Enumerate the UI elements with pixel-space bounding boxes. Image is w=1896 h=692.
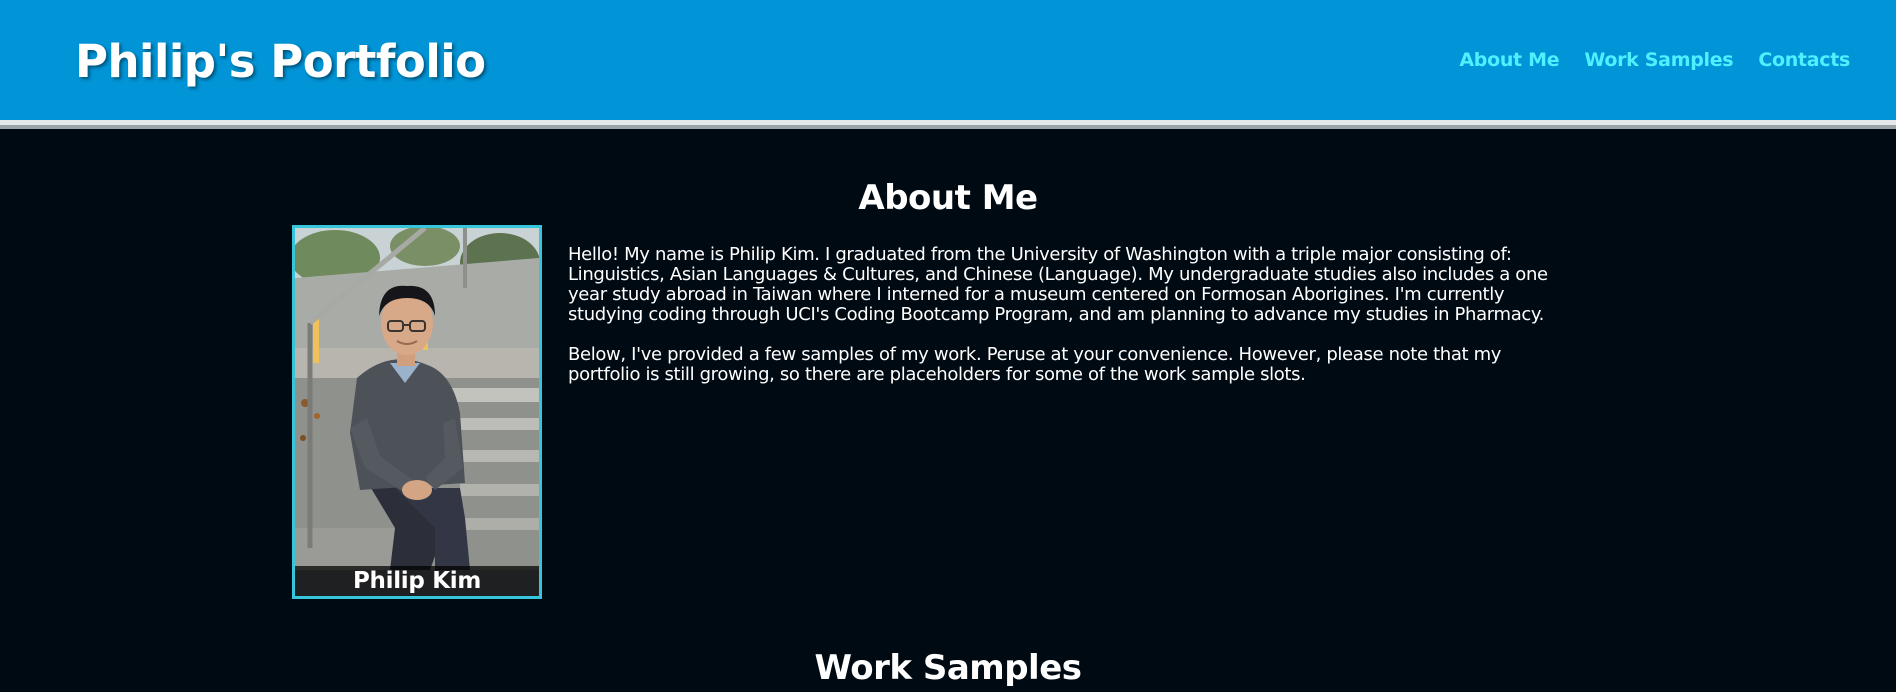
bio-paragraph-intro: Hello! My name is Philip Kim. I graduate… — [568, 244, 1548, 325]
site-title: Philip's Portfolio — [75, 35, 486, 88]
nav-link-work-samples[interactable]: Work Samples — [1584, 48, 1733, 72]
profile-caption: Philip Kim — [295, 566, 539, 596]
profile-card: Philip Kim — [292, 225, 542, 599]
about-me-heading: About Me — [858, 178, 1038, 218]
main-nav: About Me Work Samples Contacts — [1459, 48, 1850, 72]
about-me-bio: Hello! My name is Philip Kim. I graduate… — [568, 245, 1578, 405]
work-samples-heading: Work Samples — [814, 648, 1082, 688]
nav-link-about-me[interactable]: About Me — [1459, 48, 1559, 72]
profile-photo — [295, 228, 539, 570]
nav-link-contacts[interactable]: Contacts — [1758, 48, 1850, 72]
header-divider-shadow — [0, 125, 1896, 129]
bio-paragraph-work-note: Below, I've provided a few samples of my… — [568, 344, 1502, 385]
site-header: Philip's Portfolio About Me Work Samples… — [0, 0, 1896, 120]
